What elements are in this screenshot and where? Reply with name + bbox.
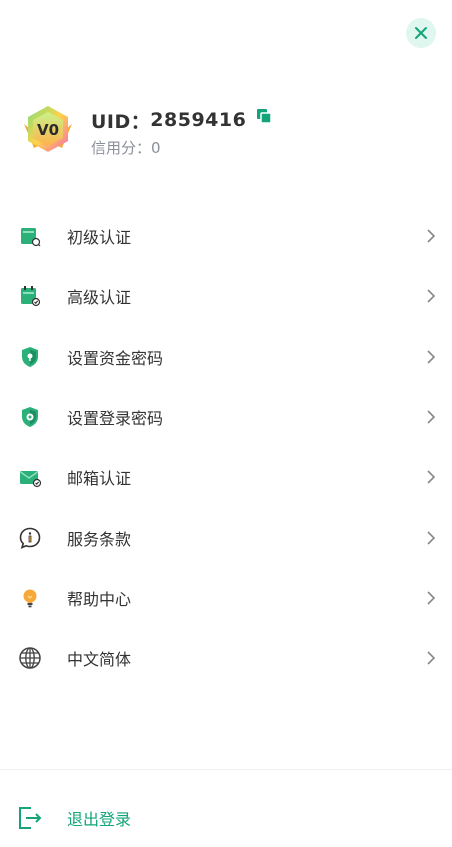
chevron-right-icon [427,229,436,243]
menu-item-help-center[interactable]: 帮助中心 [0,568,452,628]
id-card-icon [18,224,42,248]
menu-item-label: 设置登录密码 [67,409,164,429]
credit-value: 0 [151,139,161,157]
menu-item-label: 初级认证 [67,228,132,248]
account-menu: 初级认证 高级认证 设置资金密码 设置登录密码 邮箱认证 服务条款 帮助中心 中… [0,206,452,688]
menu-item-language[interactable]: 中文简体 [0,628,452,688]
shield-lock-icon [18,345,42,369]
menu-item-label: 邮箱认证 [67,469,132,489]
chevron-right-icon [427,651,436,665]
menu-item-login-password[interactable]: 设置登录密码 [0,387,452,447]
chevron-right-icon [427,591,436,605]
svg-text:V0: V0 [37,121,59,139]
uid-line: UID： 2859416 [91,106,273,134]
menu-item-label: 高级认证 [67,288,132,308]
chevron-right-icon [427,289,436,304]
logout-label: 退出登录 [67,810,132,829]
copy-icon[interactable] [256,108,273,124]
logout-button[interactable]: 退出登录 [0,798,452,838]
logout-icon [19,807,42,829]
chevron-right-icon [427,350,436,364]
level-badge-icon: V0 [24,106,72,152]
menu-item-email-verification[interactable]: 邮箱认证 [0,447,452,507]
menu-item-terms-of-service[interactable]: 服务条款 [0,507,452,567]
chevron-right-icon [427,531,436,545]
credit-score: 信用分：0 [91,137,161,158]
chevron-right-icon [427,410,436,424]
verified-document-icon [18,284,42,308]
mail-verify-icon [18,465,42,489]
close-button[interactable] [406,18,436,48]
info-bubble-icon [18,526,42,550]
credit-label: 信用分： [91,139,152,157]
shield-key-icon [18,405,42,429]
uid-value: 2859416 [150,109,247,131]
footer-divider [0,769,452,770]
chevron-right-icon [427,470,436,484]
menu-item-label: 服务条款 [67,529,132,549]
menu-item-fund-password[interactable]: 设置资金密码 [0,327,452,387]
menu-item-advanced-verification[interactable]: 高级认证 [0,266,452,326]
globe-icon [18,646,42,670]
menu-item-label: 设置资金密码 [67,348,164,368]
uid-label: UID： [91,110,151,133]
menu-item-label: 中文简体 [67,650,132,670]
menu-item-basic-verification[interactable]: 初级认证 [0,206,452,266]
menu-item-label: 帮助中心 [67,589,132,609]
lightbulb-icon [18,586,42,610]
user-profile: V0 UID： 2859416 信用分：0 [20,104,420,160]
close-icon [415,27,427,39]
